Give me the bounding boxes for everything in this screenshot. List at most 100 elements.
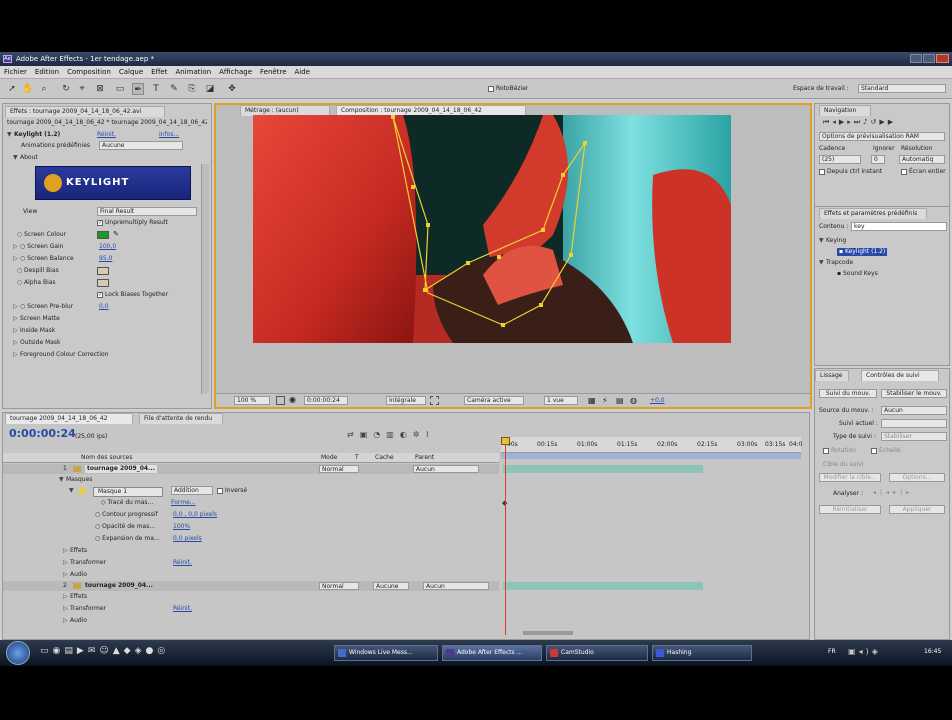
zoom-select[interactable]: 100 % [234, 396, 270, 405]
rotation-check[interactable]: Rotation [823, 447, 856, 455]
edit-target-button[interactable]: Modifier la cible... [819, 473, 881, 482]
eyedropper-icon[interactable]: ✎ [113, 230, 119, 238]
feather-value[interactable]: 0,0 , 0,0 pixels [173, 511, 217, 519]
mail-icon[interactable]: ✉ [88, 646, 100, 656]
col-cache[interactable]: Cache [375, 454, 394, 462]
col-source-name[interactable]: Nom des sources [81, 454, 133, 462]
skip-field[interactable]: 0 [871, 155, 885, 164]
menu-composition[interactable]: Composition [63, 66, 115, 79]
views-select[interactable]: 1 vue [544, 396, 578, 405]
masks-group[interactable]: ▼ Masques [59, 476, 92, 484]
vlc-icon[interactable]: ▲ [113, 646, 124, 656]
camera-select[interactable]: Caméra active [464, 396, 524, 405]
graph-editor-icon[interactable]: ⌇ [426, 430, 436, 439]
tree-keylight[interactable]: ▪ Keylight (1.2) [837, 248, 888, 256]
comp-mini-flowchart-icon[interactable]: ⇄ [347, 430, 360, 439]
shield-icon[interactable]: ◈ [872, 647, 881, 656]
tree-sound-keys[interactable]: ▪ Sound Keys [837, 270, 878, 278]
transform-group-1[interactable]: ▷ Transformer [63, 559, 106, 567]
last-frame-icon[interactable]: ⏭ [854, 118, 863, 126]
layer-2-parent[interactable]: Aucun [423, 582, 489, 590]
menu-effet[interactable]: Effet [147, 66, 171, 79]
audio-group-2[interactable]: ▷ Audio [63, 617, 87, 625]
col-parent[interactable]: Parent [415, 454, 434, 462]
layer-row-1[interactable]: 1 tournage 2009_04... Normal Aucun [3, 464, 499, 474]
first-frame-icon[interactable]: ⏮ [823, 118, 832, 126]
draft-3d-icon[interactable]: ▣ [360, 430, 374, 439]
layer-2-duration-bar[interactable] [503, 582, 703, 590]
timeline-zoom-slider[interactable] [523, 631, 573, 635]
minimize-button[interactable] [910, 54, 922, 63]
layer-2-name[interactable]: tournage 2009_04... [85, 582, 153, 590]
playhead-handle-icon[interactable] [501, 437, 510, 445]
snapshot-camera-icon[interactable]: ◉ [289, 395, 296, 404]
network-icon[interactable]: ▣ [848, 647, 859, 656]
tracker-reset-button[interactable]: Réinitialiser [819, 505, 881, 514]
exposure-value[interactable]: +0,0 [650, 397, 665, 405]
tab-tracker[interactable]: Contrôles de suivi [861, 370, 939, 381]
mask-path-row[interactable]: ◇ Tracé du mas... [101, 499, 153, 507]
effect-about-link[interactable]: Infos... [159, 131, 179, 139]
mask-path-value[interactable]: Forme... [171, 499, 196, 507]
effect-reset-link[interactable]: Réinit. [97, 131, 116, 139]
hand-tool-icon[interactable]: ✋ [22, 83, 34, 95]
current-time-field[interactable]: 0:00:00:24 [304, 396, 348, 405]
analyze-back-frame-icon[interactable]: ◂| [873, 489, 886, 496]
resolution-select[interactable]: Intégrale [386, 396, 426, 405]
safe-zones-icon[interactable] [276, 396, 285, 405]
tab-navigation[interactable]: Navigation [819, 105, 871, 116]
taskbar-camstudio[interactable]: CamStudio [546, 645, 648, 661]
layer-2-mode[interactable]: Normal [319, 582, 359, 590]
work-area-bar[interactable] [501, 453, 801, 459]
tree-trapcode[interactable]: ▼ Trapcode [819, 259, 853, 267]
frame-blend-icon[interactable]: ▥ [386, 430, 400, 439]
zoom-tool-icon[interactable]: ⌕ [38, 83, 50, 95]
mask-expansion-row[interactable]: ○ Expansion de ma... [95, 535, 160, 543]
messenger-icon[interactable]: ☺ [99, 646, 112, 656]
effects-group-2[interactable]: ▷ Effets [63, 593, 87, 601]
region-of-interest-icon[interactable] [430, 396, 439, 405]
tracker-apply-button[interactable]: Appliquer [889, 505, 945, 514]
mask-1-row[interactable]: ▼ [69, 487, 85, 495]
group-inside-mask[interactable]: ▷ Inside Mask [13, 327, 55, 335]
timeline-timecode[interactable]: 0:00:00:24 [9, 428, 76, 440]
app-icon[interactable]: ◈ [135, 646, 146, 656]
roto-bezier-check[interactable]: RotoBézier [488, 85, 528, 92]
analyze-back-icon[interactable]: ◂ [886, 489, 893, 496]
tab-timeline[interactable]: tournage 2009_04_14_18_06_42 [5, 413, 133, 424]
workspace-select[interactable]: Standard [858, 84, 946, 93]
media-icon[interactable]: ▶ [77, 646, 88, 656]
mask-opacity-value[interactable]: 100% [173, 523, 190, 531]
group-screen-matte[interactable]: ▷ Screen Matte [13, 315, 60, 323]
grid-toggle-icon[interactable]: ▦ [588, 396, 596, 405]
selection-tool-icon[interactable]: ➚ [6, 83, 18, 95]
audio-icon[interactable]: ♪ [863, 118, 870, 126]
preview-options-select[interactable]: Options de prévisualisation RAM [819, 132, 945, 141]
checkbox-checked-icon[interactable]: ✓ [97, 291, 103, 298]
play-icon[interactable]: ▶ [839, 118, 847, 126]
param-lock-biases[interactable]: ✓ Lock Biases Together [97, 291, 168, 299]
effects-group-1[interactable]: ▷ Effets [63, 547, 87, 555]
expand-triangle-icon[interactable]: ▼ [13, 154, 20, 162]
puppet-tool-icon[interactable]: ✥ [226, 83, 238, 95]
feather-row[interactable]: ○ Contour progressif [95, 511, 158, 519]
options-button[interactable]: Options... [889, 473, 945, 482]
taskbar-after-effects[interactable]: Adobe After Effects ... [442, 645, 542, 661]
menu-animation[interactable]: Animation [171, 66, 215, 79]
stabilize-motion-button[interactable]: Stabiliser le mouv. [881, 389, 947, 398]
eraser-tool-icon[interactable]: ◪ [204, 83, 216, 95]
clock[interactable]: 16:45 [924, 648, 941, 655]
motion-source-select[interactable]: Aucun [881, 406, 947, 415]
mask-tool-icon[interactable]: ▭ [114, 83, 126, 95]
layer-2-trkmat[interactable]: Aucune [373, 582, 409, 590]
tab-render-queue[interactable]: File d'attente de rendu [139, 413, 223, 424]
brush-tool-icon[interactable]: ✎ [168, 83, 180, 95]
group-fg-colour-correction[interactable]: ▷ Foreground Colour Correction [13, 351, 109, 359]
param-unpremultiply[interactable]: ✓ Unpremultiply Result [97, 219, 168, 227]
pixel-aspect-icon[interactable]: ▤ [616, 396, 624, 405]
ram-preview-icon[interactable]: ▶▶ [879, 118, 896, 126]
audio-group-1[interactable]: ▷ Audio [63, 571, 87, 579]
app-icon[interactable]: ● [146, 646, 158, 656]
app-icon[interactable]: ◎ [157, 646, 169, 656]
tree-keying[interactable]: ▼ Keying [819, 237, 846, 245]
